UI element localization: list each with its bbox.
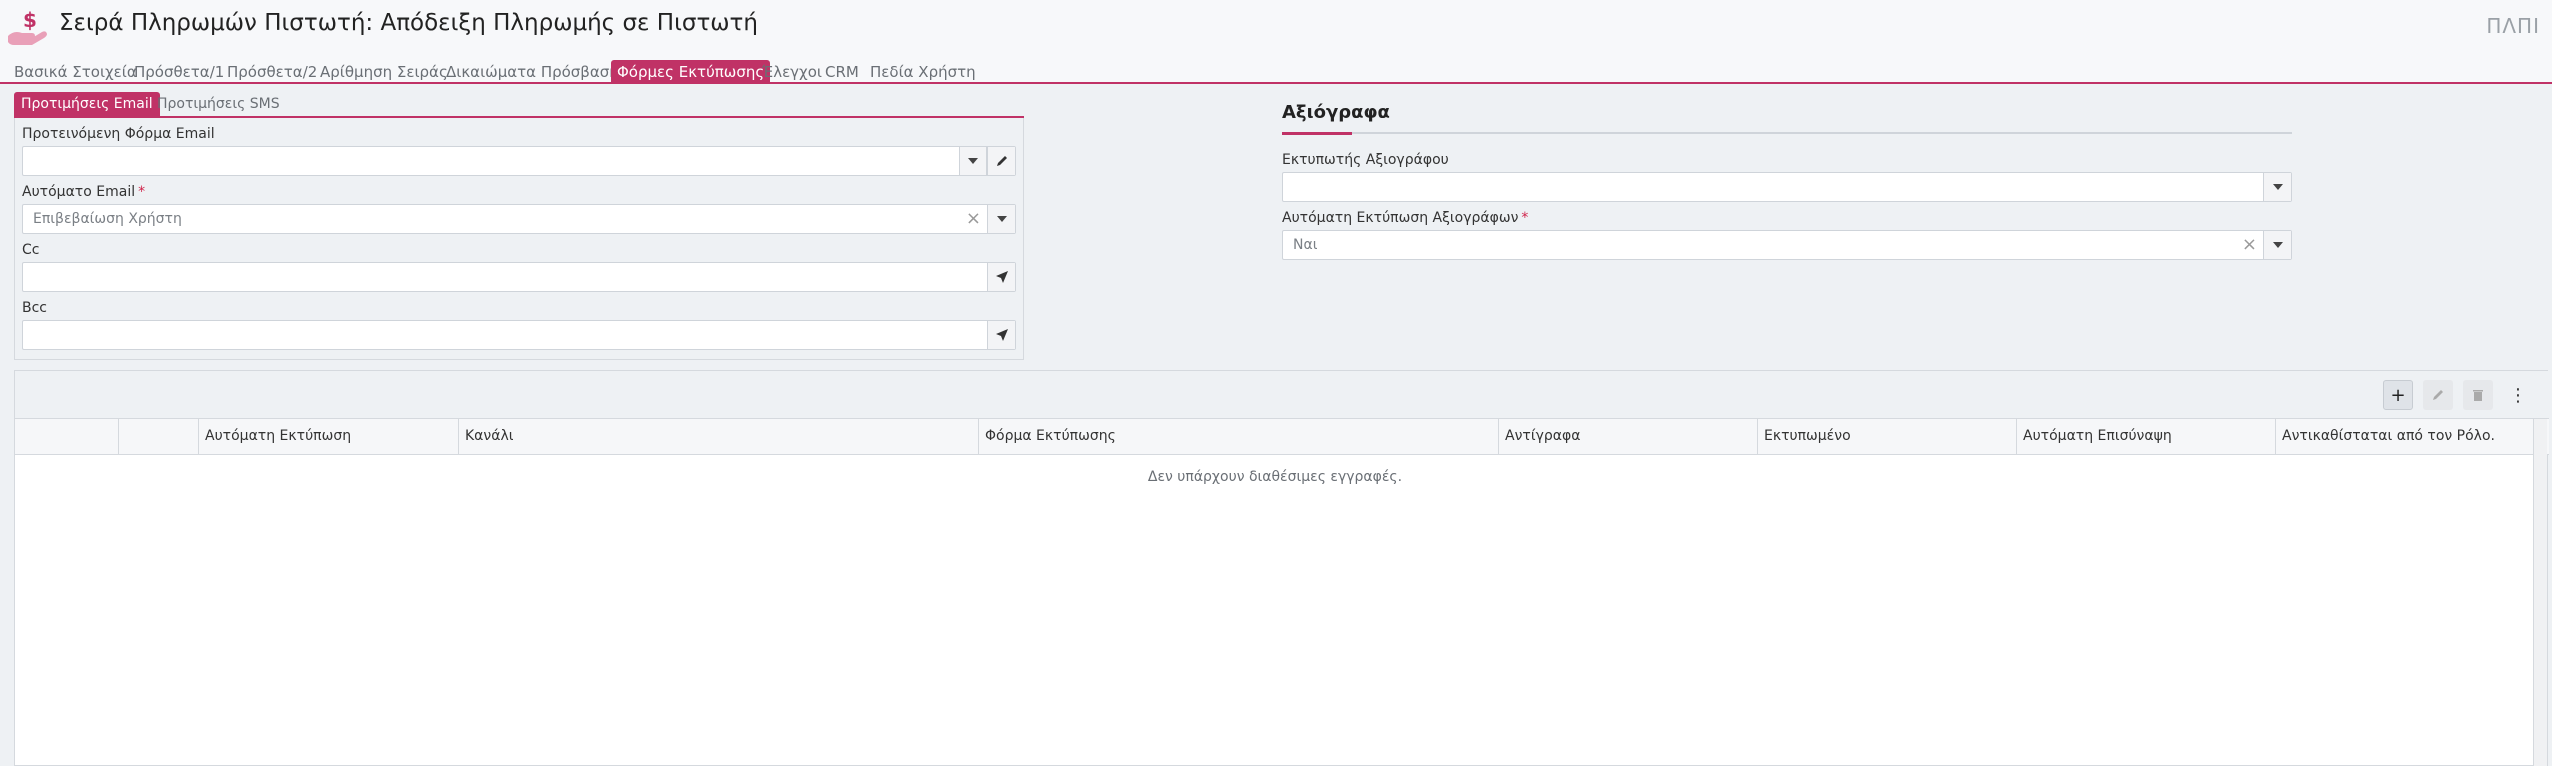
section-divider-accent [1282,132,1352,135]
grid-header: Αυτόματη Εκτύπωση Κανάλι Φόρμα Εκτύπωσης… [15,419,2549,455]
document-printer-field[interactable] [1282,172,2292,202]
bcc-field[interactable] [22,320,1016,350]
subtab-sms-preferences[interactable]: Προτιμήσεις SMS [150,92,287,116]
print-forms-grid: + ⋮ Αυτόματη Εκτύπωση Κανάλι Φόρμα Εκτύπ… [14,370,2549,766]
more-options-button[interactable]: ⋮ [2503,380,2533,410]
add-row-button[interactable]: + [2383,380,2413,410]
tab-user-fields[interactable]: Πεδία Χρήστη [864,60,982,84]
cc-label: Cc [22,242,40,258]
trash-icon [2473,390,2483,401]
column-header-select[interactable] [15,419,119,455]
chevron-down-icon [996,216,1007,222]
tab-checks[interactable]: Έλεγχοι [756,60,828,84]
auto-email-label: Αυτόματο Email * [22,184,146,200]
auto-print-value: Ναι [1293,237,1318,253]
column-header-actions[interactable] [119,419,199,455]
documents-section: Αξιόγραφα Εκτυπωτής Αξιογράφου Αυτόματη … [1282,92,2292,282]
column-header-copies[interactable]: Αντίγραφα [1499,419,1758,455]
edit-row-button[interactable] [2423,380,2453,410]
bcc-label: Bcc [22,300,47,316]
clear-icon[interactable]: × [2242,234,2257,255]
subtab-email-preferences[interactable]: Προτιμήσεις Email [14,92,160,116]
svg-text:$: $ [23,8,37,32]
chevron-down-icon [2272,242,2283,248]
documents-title: Αξιόγραφα [1282,102,1390,123]
plus-icon: + [2390,384,2406,406]
column-header-auto-print[interactable]: Αυτόματη Εκτύπωση [199,419,459,455]
column-header-printed[interactable]: Εκτυπωμένο [1758,419,2017,455]
chevron-down-icon [968,158,978,164]
document-printer-label: Εκτυπωτής Αξιογράφου [1282,152,1449,168]
delete-row-button[interactable] [2463,380,2493,410]
tab-series-numbering[interactable]: Αρίθμηση Σειράς [314,60,454,84]
chevron-down-icon [2272,184,2283,190]
page-header: $ Σειρά Πληρωμών Πιστωτή: Απόδειξη Πληρω… [0,0,2552,56]
auto-email-field[interactable]: Επιβεβαίωση Χρήστη × [22,204,1016,234]
clear-icon[interactable]: × [966,208,981,229]
tab-crm[interactable]: CRM [819,60,865,84]
series-code-label: ΠΛΠΙ [2486,14,2540,38]
column-header-channel[interactable]: Κανάλι [459,419,979,455]
column-header-auto-attach[interactable]: Αυτόματη Επισύναψη [2017,419,2276,455]
main-tabs: Βασικά Στοιχεία Πρόσθετα/1 Πρόσθετα/2 Αρ… [0,56,2552,84]
more-vertical-icon: ⋮ [2509,384,2527,406]
column-header-replaced-by-role[interactable]: Αντικαθίσταται από τον Ρόλο. [2276,419,2535,455]
default-email-form-label: Προτεινόμενη Φόρμα Email [22,126,215,142]
tab-additional-2[interactable]: Πρόσθετα/2 [221,60,323,84]
column-header-print-form[interactable]: Φόρμα Εκτύπωσης [979,419,1499,455]
email-preferences-panel: Προτιμήσεις Email Προτιμήσεις SMS Προτει… [14,92,1024,360]
tab-print-forms[interactable]: Φόρμες Εκτύπωσης [611,60,771,84]
auto-print-field[interactable]: Ναι × [1282,230,2292,260]
tab-access-rights[interactable]: Δικαιώματα Πρόσβασης [440,60,634,84]
grid-scrollbar[interactable] [2533,419,2547,766]
send-icon [995,329,1008,341]
default-email-form-edit[interactable] [987,147,1015,175]
preferences-subtabs: Προτιμήσεις Email Προτιμήσεις SMS [14,92,1024,118]
tab-additional-1[interactable]: Πρόσθετα/1 [128,60,230,84]
send-icon [995,271,1008,283]
auto-email-value: Επιβεβαίωση Χρήστη [33,211,182,227]
grid-toolbar: + ⋮ [15,371,2549,419]
payment-hand-icon: $ [8,8,47,45]
cc-field[interactable] [22,262,1016,292]
document-printer-dropdown[interactable] [2263,173,2291,201]
default-email-form-field[interactable] [22,146,1016,176]
bcc-send-button[interactable] [987,321,1015,349]
pencil-icon [2433,390,2443,400]
cc-send-button[interactable] [987,263,1015,291]
tab-basic-info[interactable]: Βασικά Στοιχεία [8,60,143,84]
page-title: Σειρά Πληρωμών Πιστωτή: Απόδειξη Πληρωμή… [59,10,758,36]
pencil-icon [996,156,1007,166]
default-email-form-dropdown[interactable] [959,147,987,175]
auto-email-dropdown[interactable] [987,205,1015,233]
empty-grid-message: Δεν υπάρχουν διαθέσιμες εγγραφές. [1147,469,1403,485]
section-divider [1282,132,2292,134]
auto-print-label: Αυτόματη Εκτύπωση Αξιογράφων * [1282,210,1529,226]
email-preferences-body: Προτεινόμενη Φόρμα Email Αυτόματο Email *… [14,118,1024,360]
auto-print-dropdown[interactable] [2263,231,2291,259]
